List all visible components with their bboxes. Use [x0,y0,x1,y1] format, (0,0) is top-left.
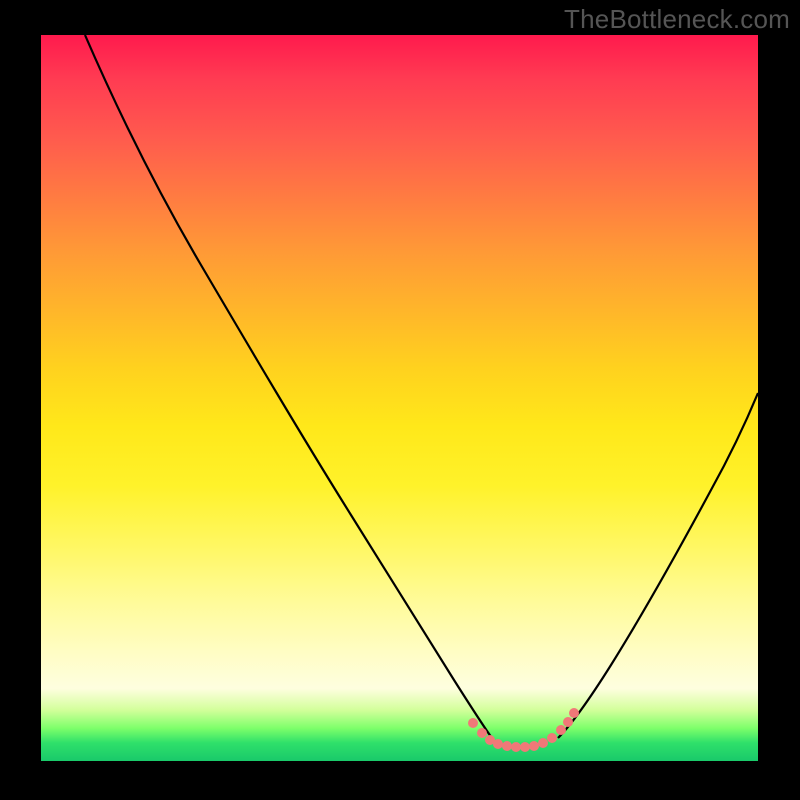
watermark-text: TheBottleneck.com [564,4,790,35]
curve-right-branch [558,393,758,738]
dot [569,708,579,718]
chart-container: TheBottleneck.com [0,0,800,800]
dot [511,742,521,752]
optimal-band-dots [468,708,579,752]
plot-area [41,35,758,761]
dot [520,742,530,752]
curve-left-branch [85,35,494,741]
dot [477,728,487,738]
curve-overlay [41,35,758,761]
dot [556,725,566,735]
dot [468,718,478,728]
dot [563,717,573,727]
dot [502,741,512,751]
dot [547,733,557,743]
dot [538,738,548,748]
dot [493,739,503,749]
dot [529,741,539,751]
